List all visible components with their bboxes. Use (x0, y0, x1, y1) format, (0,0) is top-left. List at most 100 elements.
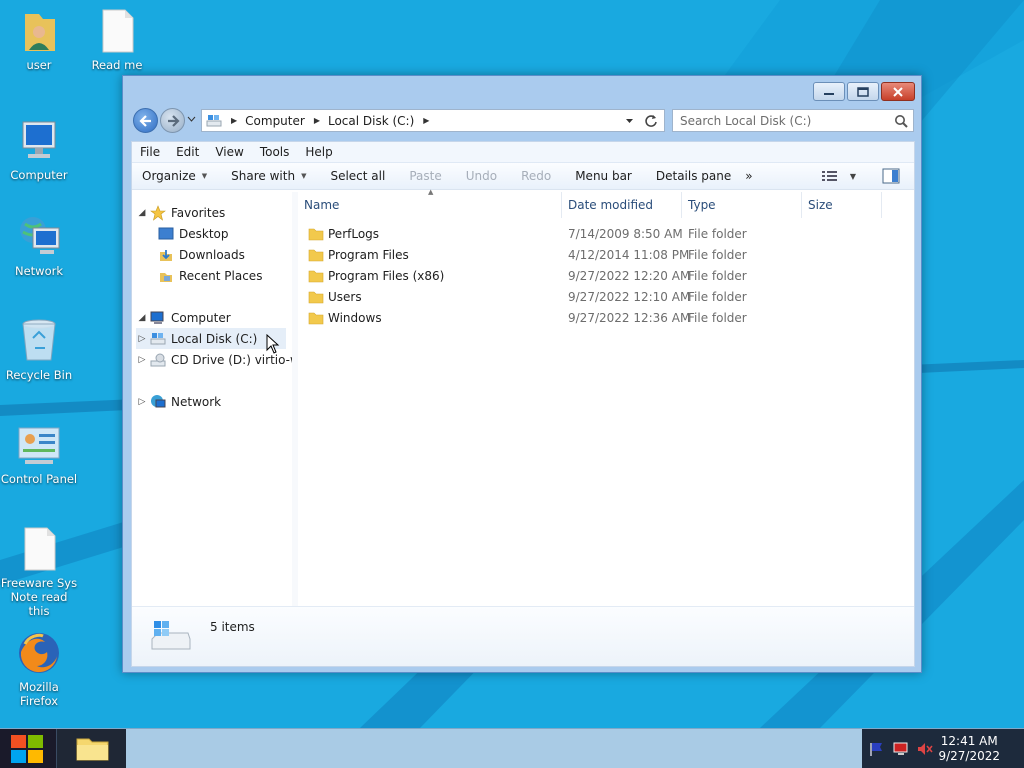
expand-arrow-icon[interactable]: ▷ (136, 355, 148, 365)
undo-button[interactable]: Undo (456, 169, 511, 183)
address-bar[interactable]: ▶ Computer ▶ Local Disk (C:) ▶ (201, 109, 665, 132)
breadcrumb-separator[interactable]: ▶ (314, 116, 320, 125)
recent-locations-dropdown[interactable] (187, 116, 196, 122)
column-header-size[interactable]: Size (802, 192, 882, 218)
file-name: PerfLogs (328, 227, 380, 241)
breadcrumb-local-disk[interactable]: Local Disk (C:) (328, 114, 414, 128)
desktop-icon-freeware-note[interactable]: Freeware Sys Note read this (0, 526, 78, 618)
column-header-date[interactable]: Date modified (562, 192, 682, 218)
speaker-muted-icon[interactable] (916, 741, 934, 757)
drive-icon (150, 331, 168, 347)
breadcrumb-computer[interactable]: Computer (245, 114, 305, 128)
minimize-icon (824, 92, 834, 95)
desktop-icon-user[interactable]: user (0, 8, 78, 72)
desktop-icon-label: Network (14, 264, 64, 278)
tree-label: Favorites (171, 205, 226, 220)
desktop-icon-recycle-bin[interactable]: Recycle Bin (0, 318, 78, 382)
expand-arrow-icon[interactable]: ◢ (136, 313, 148, 323)
control-panel-icon (15, 422, 63, 468)
menu-bar-button[interactable]: Menu bar (565, 169, 646, 183)
organize-button[interactable]: Organize ▼ (132, 169, 221, 183)
tree-label: Desktop (179, 226, 229, 241)
downloads-icon (158, 247, 176, 263)
more-commands-button[interactable]: » (745, 169, 766, 183)
menu-view[interactable]: View (207, 145, 251, 159)
file-type: File folder (688, 269, 747, 283)
file-type: File folder (688, 227, 747, 241)
tree-favorites[interactable]: ◢ Favorites (136, 202, 225, 223)
arrow-right-icon (168, 115, 180, 127)
file-row[interactable]: Users 9/27/2022 12:10 AM File folder (298, 287, 898, 308)
tree-computer[interactable]: ◢ Computer (136, 307, 231, 328)
share-with-button[interactable]: Share with ▼ (221, 169, 320, 183)
tree-local-disk[interactable]: ▷ Local Disk (C:) (136, 328, 286, 349)
menu-tools[interactable]: Tools (252, 145, 298, 159)
address-dropdown-icon[interactable] (625, 118, 634, 124)
tree-desktop[interactable]: Desktop (156, 223, 229, 244)
clock[interactable]: 12:41 AM 9/27/2022 (938, 734, 1000, 764)
search-input[interactable]: Search Local Disk (C:) (672, 109, 914, 132)
desktop-icon-readme[interactable]: Read me (78, 8, 156, 72)
folder-icon (76, 738, 109, 761)
paste-button[interactable]: Paste (399, 169, 455, 183)
recent-places-icon (158, 268, 176, 284)
close-button[interactable] (881, 82, 915, 101)
desktop-icon-network[interactable]: Network (0, 214, 78, 278)
refresh-icon[interactable] (644, 114, 658, 128)
start-button[interactable] (0, 729, 56, 768)
file-name: Program Files (328, 248, 409, 262)
search-icon[interactable] (894, 114, 908, 128)
maximize-button[interactable] (847, 82, 879, 101)
explorer-window[interactable]: ▶ Computer ▶ Local Disk (C:) ▶ Search Lo… (122, 75, 922, 673)
recycle-bin-icon (15, 318, 63, 364)
menu-help[interactable]: Help (297, 145, 340, 159)
file-name: Program Files (x86) (328, 269, 445, 283)
menu-file[interactable]: File (132, 145, 168, 159)
tree-network[interactable]: ▷ Network (136, 391, 221, 412)
star-icon (150, 204, 168, 221)
select-all-label: Select all (330, 169, 386, 183)
breadcrumb-separator[interactable]: ▶ (231, 116, 237, 125)
tree-label: Downloads (179, 247, 245, 262)
desktop-icon-control-panel[interactable]: Control Panel (0, 422, 78, 486)
file-row[interactable]: Windows 9/27/2022 12:36 AM File folder (298, 308, 898, 329)
breadcrumb-separator[interactable]: ▶ (423, 116, 429, 125)
desktop-icon-label: Freeware Sys Note read this (0, 576, 78, 618)
expand-arrow-icon[interactable]: ▷ (136, 334, 148, 344)
share-with-label: Share with (231, 169, 296, 183)
expand-arrow-icon[interactable]: ◢ (136, 208, 148, 218)
minimize-button[interactable] (813, 82, 845, 101)
taskbar-file-explorer-button[interactable] (56, 729, 126, 768)
forward-button[interactable] (160, 108, 185, 133)
expand-arrow-icon[interactable]: ▷ (136, 397, 148, 407)
clock-date: 9/27/2022 (938, 749, 1000, 763)
network-icon (15, 214, 63, 260)
view-options-icon[interactable] (821, 170, 838, 182)
firefox-icon (15, 630, 63, 676)
desktop-icon-label: user (26, 58, 52, 72)
cd-drive-icon (150, 352, 168, 368)
tree-recent-places[interactable]: Recent Places (156, 265, 262, 286)
file-date: 4/12/2014 11:08 PM (568, 248, 690, 262)
redo-button[interactable]: Redo (511, 169, 565, 183)
select-all-button[interactable]: Select all (320, 169, 399, 183)
desktop-icon-label: Read me (91, 58, 143, 72)
menu-edit[interactable]: Edit (168, 145, 207, 159)
file-row[interactable]: PerfLogs 7/14/2009 8:50 AM File folder (298, 224, 898, 245)
desktop-icon-computer[interactable]: Computer (0, 118, 78, 182)
column-header-name[interactable]: Name ▲ (298, 188, 562, 218)
file-row[interactable]: Program Files 4/12/2014 11:08 PM File fo… (298, 245, 898, 266)
tree-downloads[interactable]: Downloads (156, 244, 245, 265)
chevron-down-icon[interactable]: ▼ (850, 172, 856, 181)
details-pane-button[interactable]: Details pane (646, 169, 745, 183)
back-button[interactable] (133, 108, 158, 133)
preview-pane-icon[interactable] (882, 168, 900, 184)
desktop-icon-firefox[interactable]: Mozilla Firefox (0, 630, 78, 708)
column-header-type[interactable]: Type (682, 192, 802, 218)
file-row[interactable]: Program Files (x86) 9/27/2022 12:20 AM F… (298, 266, 898, 287)
column-headers: Name ▲ Date modified Type Size (298, 188, 914, 218)
file-date: 7/14/2009 8:50 AM (568, 227, 683, 241)
network-status-icon[interactable] (892, 741, 910, 757)
action-center-flag-icon[interactable] (868, 741, 884, 757)
file-type: File folder (688, 311, 747, 325)
